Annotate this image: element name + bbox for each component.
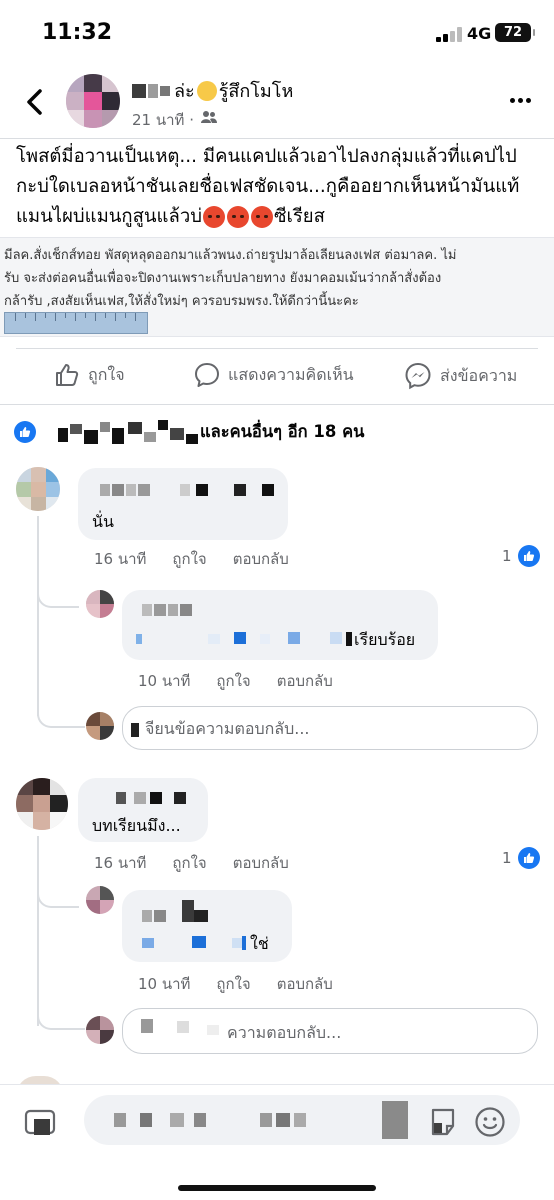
signal-icon	[436, 27, 462, 42]
reply-text-tail: เรียบร้อย	[354, 630, 416, 649]
comment-composer	[0, 1084, 554, 1200]
reply-author-redacted[interactable]	[136, 900, 216, 922]
reply-input[interactable]: ความตอบกลับ...	[122, 1008, 538, 1054]
action-divider	[0, 404, 554, 405]
sad-face-emoji-icon	[196, 80, 217, 101]
comment-time[interactable]: 16 นาที	[94, 851, 146, 875]
reply-time[interactable]: 10 นาที	[138, 669, 190, 693]
reply-bubble[interactable]: ใช่	[122, 890, 292, 962]
comment-meta: 16 นาที ถูกใจ ตอบกลับ	[94, 547, 315, 571]
thread-line	[37, 516, 39, 716]
comment-like-button[interactable]: ถูกใจ	[172, 851, 206, 875]
redacted-names	[58, 418, 200, 446]
author-line: ล่ะ รู้สึกโมโห	[132, 76, 293, 105]
avatar[interactable]	[16, 778, 68, 830]
post-text-line-2: กะบ่ใดเบลอหน้าชันเลยชื่อเฟสชัดเจน...กูคื…	[16, 176, 520, 197]
comment-meta: 16 นาที ถูกใจ ตอบกลับ	[94, 851, 315, 875]
comment-button[interactable]: แสดงความคิดเห็น	[194, 362, 354, 388]
reply-meta: 10 นาที ถูกใจ ตอบกลับ	[138, 972, 359, 996]
comment-text: นั่น	[92, 512, 114, 531]
post-text-line-3: แมนไผบ่แมนกูสูนแล้วบ่ ซีเรียส	[16, 206, 325, 228]
comment-bubble[interactable]: นั่น	[78, 468, 288, 540]
comment-author-redacted[interactable]	[92, 788, 192, 804]
sticker-icon[interactable]	[428, 1107, 458, 1137]
friends-icon	[201, 111, 217, 123]
status-time: 11:32	[42, 20, 113, 45]
reply-text-tail: ใช่	[250, 934, 269, 953]
header-divider	[0, 138, 554, 139]
angry-emoji-icon	[250, 206, 273, 228]
battery-icon: 72	[495, 23, 535, 42]
avatar[interactable]	[86, 590, 114, 618]
camera-icon[interactable]	[24, 1105, 60, 1137]
author-name[interactable]: ล่ะ	[174, 76, 195, 105]
author-avatar[interactable]	[66, 74, 120, 128]
back-arrow-icon[interactable]	[22, 88, 48, 116]
avatar[interactable]	[86, 886, 114, 914]
avatar	[86, 1016, 114, 1044]
angry-emoji-icon	[226, 206, 249, 228]
comment-reaction-count[interactable]: 1	[502, 545, 540, 567]
emoji-icon[interactable]	[474, 1106, 506, 1138]
post-action-bar: ถูกใจ แสดงความคิดเห็น ส่งข้อความ	[0, 350, 554, 402]
reply-text: ใช่	[136, 932, 286, 956]
post-image[interactable]: มีลค.สั่งเช็กส์ทอย พัสดุหลุดออกมาแล้วพนง…	[0, 237, 554, 337]
avatar[interactable]	[16, 467, 60, 511]
likers-count-text: และคนอื่นๆ อีก 18 คน	[200, 422, 365, 441]
post-text: โพสต์มี่อวานเป็นเหตุ... มีคนแคปแล้วเอาไป…	[16, 142, 540, 232]
post-image-text: มีลค.สั่งเช็กส์ทอย พัสดุหลุดออกมาแล้วพนง…	[4, 248, 457, 309]
like-button[interactable]: ถูกใจ	[54, 362, 125, 388]
comment-bubble[interactable]: บทเรียนมึง...	[78, 778, 208, 842]
reply-like-button[interactable]: ถูกใจ	[216, 669, 250, 693]
comment-author-redacted[interactable]	[92, 478, 274, 496]
comment-like-button[interactable]: ถูกใจ	[172, 547, 206, 571]
comment-icon	[195, 363, 219, 387]
post-header: ล่ะ รู้สึกโมโห 21 นาที ·	[0, 70, 554, 136]
reply-meta: 10 นาที ถูกใจ ตอบกลับ	[138, 669, 359, 693]
send-message-button[interactable]: ส่งข้อความ	[404, 362, 517, 390]
like-reaction-icon	[517, 545, 540, 567]
reply-time[interactable]: 10 นาที	[138, 972, 190, 996]
thread-connector	[37, 880, 79, 908]
reply-reply-button[interactable]: ตอบกลับ	[277, 669, 333, 693]
reply-author-redacted[interactable]	[136, 600, 196, 616]
comment-reply-button[interactable]: ตอบกลับ	[233, 851, 289, 875]
thread-line	[37, 836, 39, 1026]
home-indicator	[178, 1185, 376, 1191]
image-divider	[16, 348, 538, 349]
like-reaction-icon	[14, 421, 36, 443]
more-options-icon[interactable]	[510, 98, 532, 104]
messenger-icon	[405, 362, 431, 390]
like-reaction-icon	[517, 847, 540, 869]
comment-text: บทเรียนมึง...	[92, 816, 181, 835]
comment-reaction-count[interactable]: 1	[502, 847, 540, 869]
reply-like-button[interactable]: ถูกใจ	[216, 972, 250, 996]
comment-time[interactable]: 16 นาที	[94, 547, 146, 571]
reply-reply-button[interactable]: ตอบกลับ	[277, 972, 333, 996]
thread-connector	[37, 700, 85, 728]
reply-bubble[interactable]: เรียบร้อย	[122, 590, 438, 660]
likers-summary[interactable]: และคนอื่นๆ อีก 18 คน	[14, 416, 544, 448]
status-bar: 11:32 4G 72	[0, 0, 554, 62]
post-time[interactable]: 21 นาที ·	[132, 108, 194, 132]
angry-emoji-icon	[202, 206, 225, 228]
feeling-text: รู้สึกโมโห	[218, 81, 294, 102]
comment-reply-button[interactable]: ตอบกลับ	[233, 547, 289, 571]
reply-text: เรียบร้อย	[136, 628, 436, 652]
ruler-graphic	[4, 312, 148, 334]
thumbs-up-icon	[56, 364, 79, 386]
thread-connector	[37, 580, 79, 608]
reply-input[interactable]: จียนข้อความตอบกลับ...	[122, 706, 538, 750]
thread-connector	[37, 1004, 85, 1030]
avatar	[86, 712, 114, 740]
network-type: 4G	[467, 24, 492, 43]
post-text-line-1: โพสต์มี่อวานเป็นเหตุ... มีคนแคปแล้วเอาไป…	[16, 146, 517, 167]
